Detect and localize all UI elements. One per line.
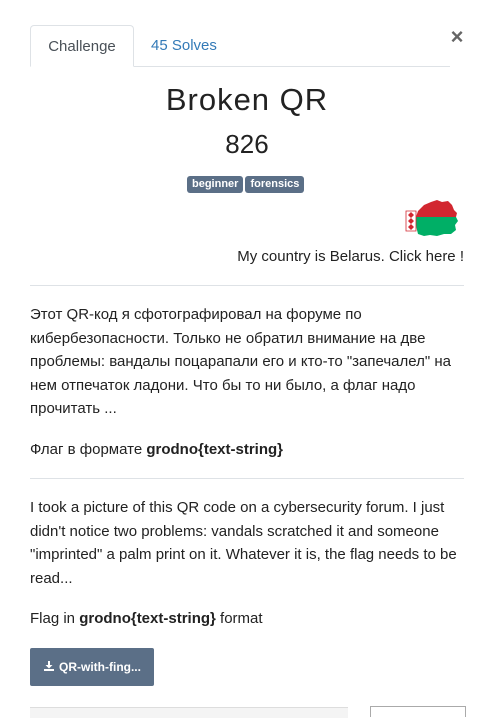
download-file-label: QR-with-fing...	[59, 660, 141, 674]
tag-forensics: forensics	[245, 176, 305, 193]
country-link[interactable]: My country is Belarus. Click here !	[200, 248, 464, 265]
flag-format-ru-prefix: Флаг в формате	[30, 440, 147, 458]
description-ru: Этот QR-код я сфотографировал на форуме …	[30, 303, 464, 461]
tab-bar: Challenge 45 Solves	[30, 25, 450, 67]
flag-format-en: Flag in grodno{text-string} format	[30, 607, 464, 631]
description-ru-text: Этот QR-код я сфотографировал на форуме …	[30, 306, 451, 417]
divider	[30, 478, 464, 479]
challenge-points: 826	[225, 129, 269, 159]
submit-button[interactable]	[370, 706, 466, 717]
download-file-button[interactable]: QR-with-fing...	[30, 648, 154, 686]
tag-list: beginner forensics	[187, 176, 306, 194]
close-icon[interactable]: ×	[446, 26, 468, 48]
flag-format-en-value: grodno{text-string}	[79, 610, 216, 627]
download-icon	[44, 661, 54, 671]
flag-format-en-prefix: Flag in	[30, 610, 80, 627]
tab-solves[interactable]: 45 Solves	[135, 25, 233, 66]
flag-format-ru-value: grodno{text-string}	[146, 440, 284, 458]
tag-beginner: beginner	[187, 176, 244, 193]
flag-format-ru: Флаг в формате grodno{text-string}	[30, 438, 464, 462]
challenge-modal: Challenge 45 Solves × Broken QR 826 begi…	[0, 0, 484, 718]
belarus-map-icon[interactable]	[404, 197, 462, 239]
tab-challenge[interactable]: Challenge	[30, 25, 134, 67]
description-en-text: I took a picture of this QR code on a cy…	[30, 499, 457, 587]
description-en: I took a picture of this QR code on a cy…	[30, 496, 464, 631]
divider	[30, 285, 464, 286]
flag-format-en-suffix: format	[215, 610, 263, 627]
challenge-title: Broken QR	[165, 82, 329, 117]
